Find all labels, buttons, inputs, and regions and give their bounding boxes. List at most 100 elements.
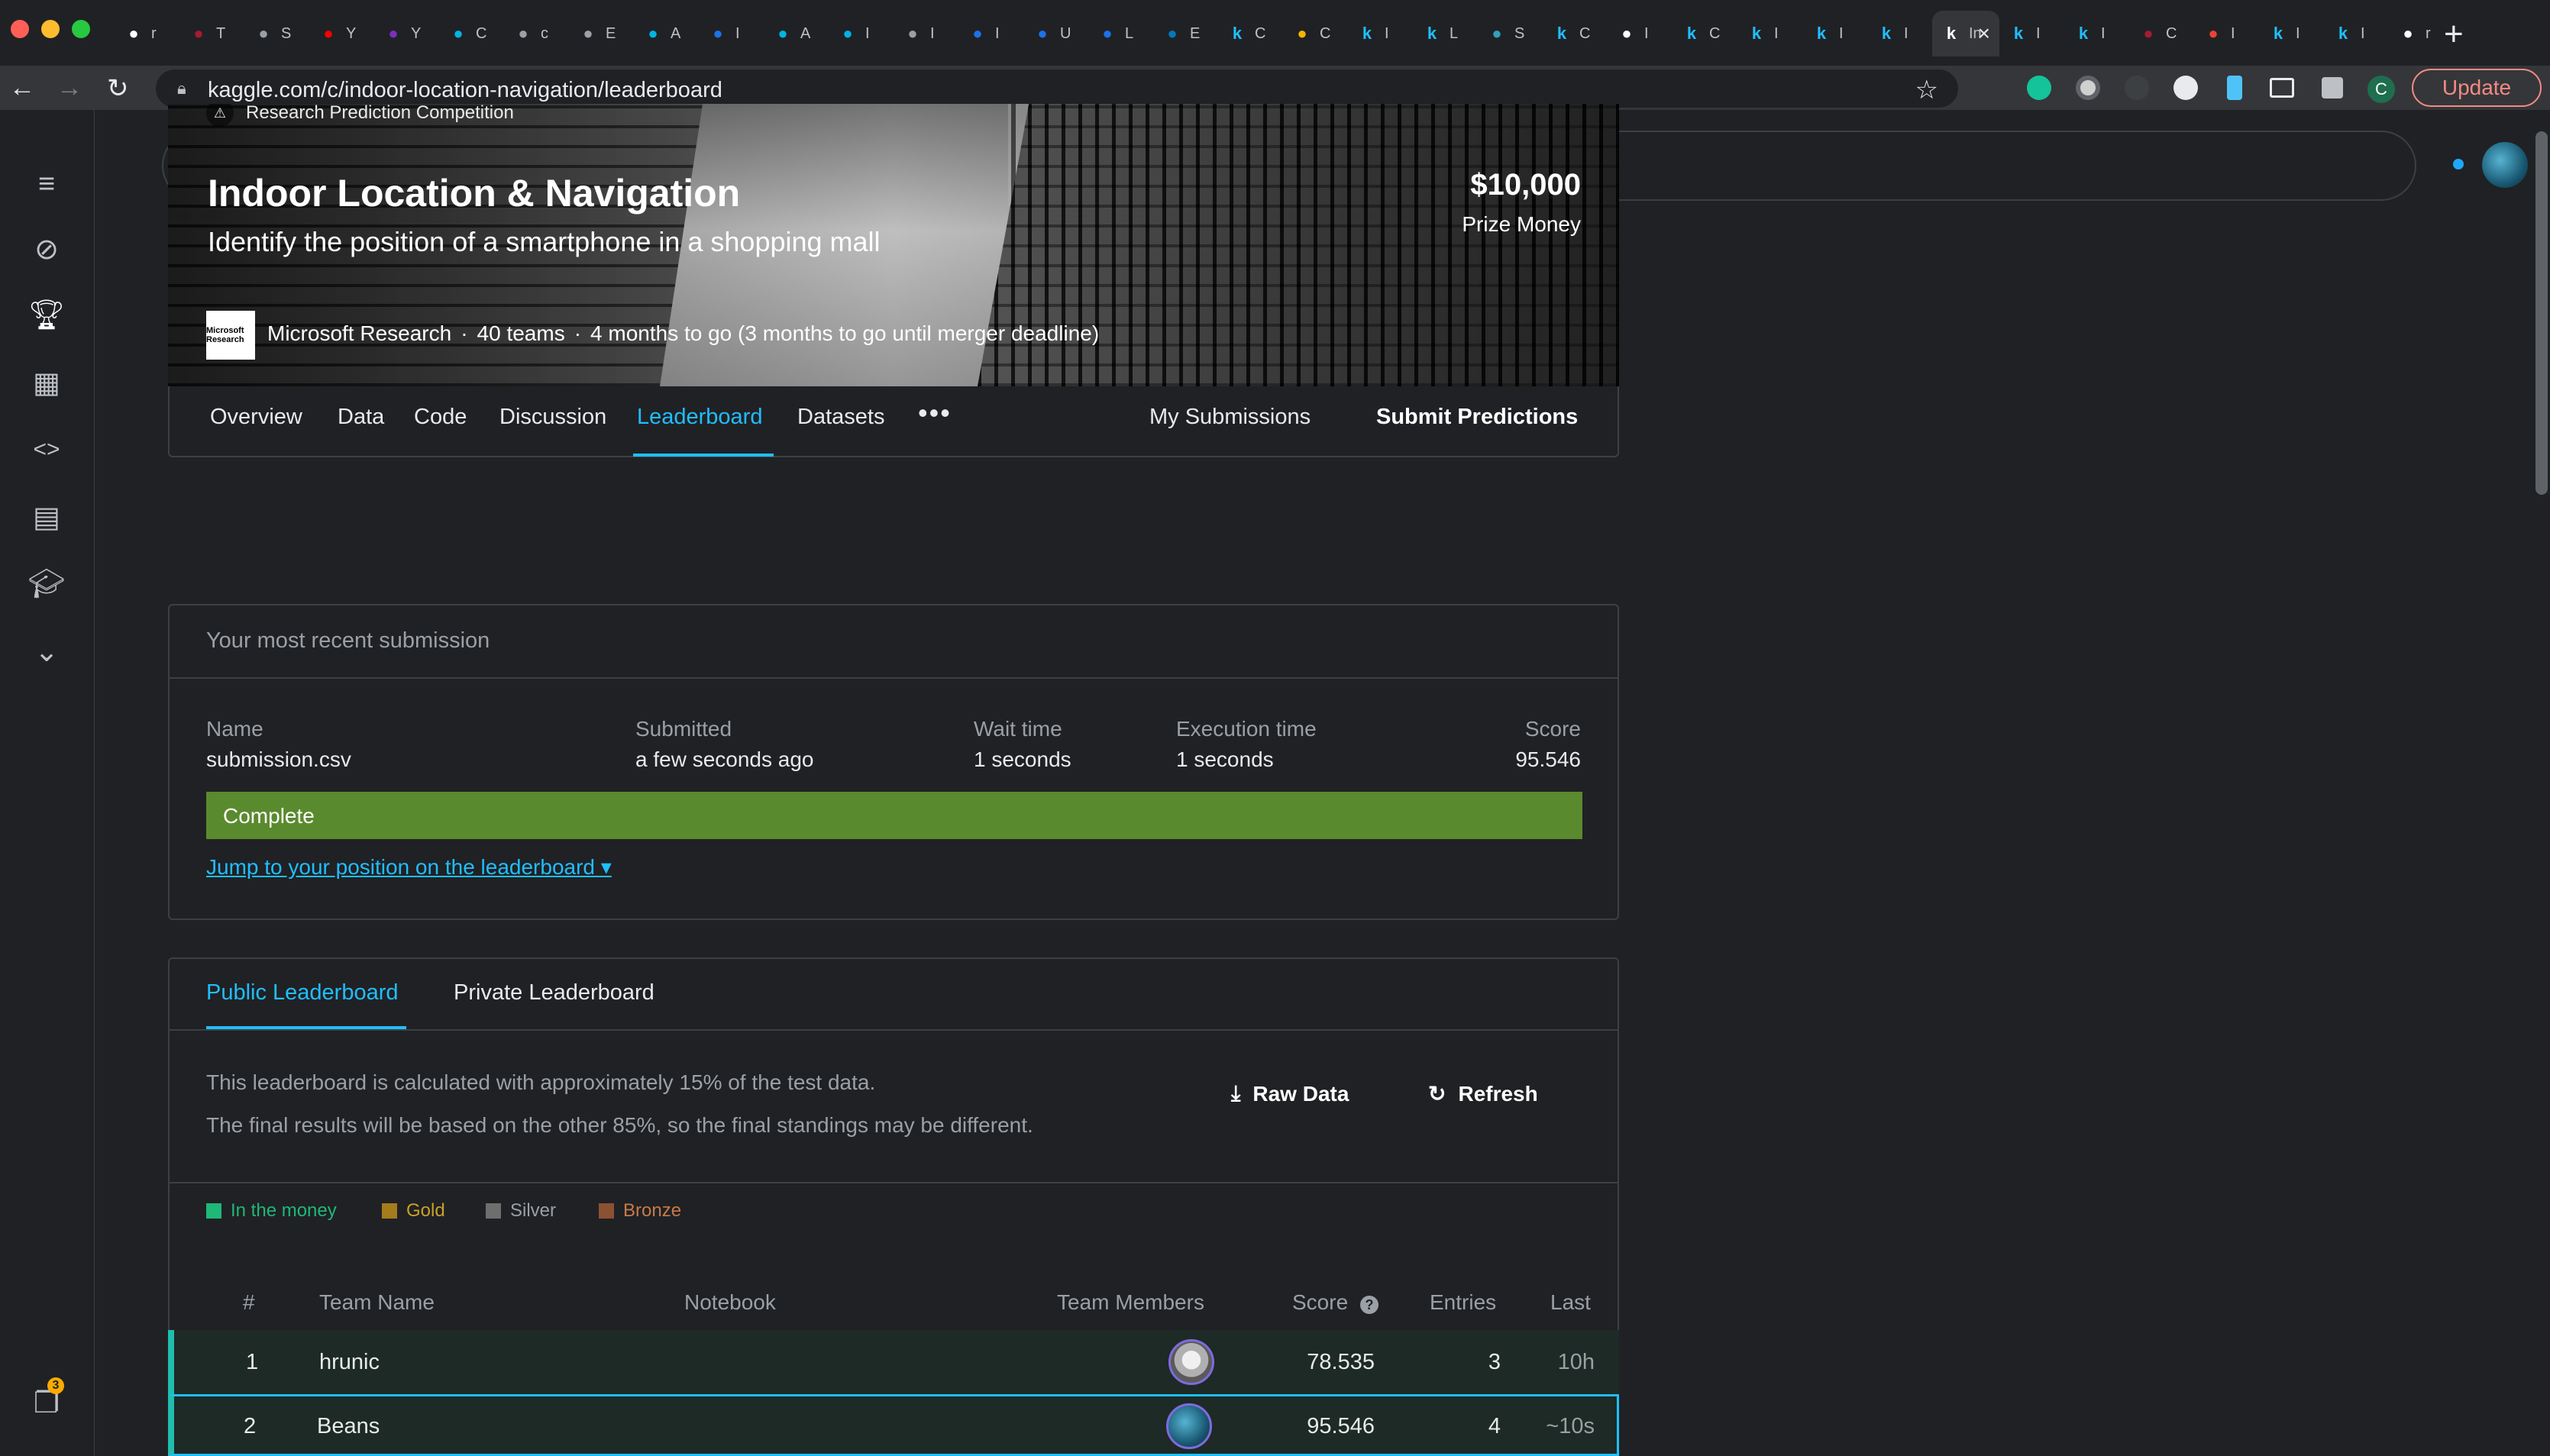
window-close-button[interactable]	[11, 20, 29, 38]
code-icon[interactable]: <>	[27, 431, 66, 469]
forward-button[interactable]: →	[57, 73, 82, 103]
browser-tab[interactable]: ● C	[1283, 11, 1348, 56]
clipboard-extension-icon[interactable]	[2227, 76, 2242, 100]
browser-tab[interactable]: kI	[1867, 11, 1932, 56]
browser-tab[interactable]: kI	[1737, 11, 1802, 56]
grammarly-extension-icon[interactable]	[2027, 76, 2051, 100]
update-chrome-button[interactable]: Update	[2412, 69, 2542, 107]
team-name-cell[interactable]: hrunic	[319, 1350, 380, 1375]
browser-tab[interactable]: ● I	[1608, 11, 1673, 56]
browser-tab[interactable]: ● E	[1153, 11, 1218, 56]
refresh-button[interactable]: ↻ Refresh	[1428, 1081, 1538, 1106]
jump-to-position-link[interactable]: Jump to your position on the leaderboard…	[206, 854, 612, 880]
browser-tab[interactable]: ● C	[439, 11, 504, 56]
tab-data[interactable]: Data	[338, 405, 384, 430]
host-name[interactable]: Microsoft Research	[267, 321, 451, 345]
browser-tab[interactable]: ● c	[504, 11, 569, 56]
column-header-notebook: Notebook	[684, 1290, 776, 1314]
browser-tab[interactable]: ● I	[958, 11, 1023, 56]
user-avatar[interactable]	[2482, 142, 2528, 188]
table-row-current-user[interactable]: 2 Beans 95.546 4 ~10s	[168, 1394, 1619, 1456]
close-tab-icon[interactable]: ×	[1978, 21, 1990, 46]
discussion-icon[interactable]: ▤	[27, 498, 66, 536]
page-scrollbar-thumb[interactable]	[2535, 131, 2548, 495]
browser-tab[interactable]: ● L	[1088, 11, 1153, 56]
bookmark-star-icon[interactable]: ☆	[1915, 75, 1938, 105]
last-cell: ~10s	[1546, 1414, 1595, 1438]
tab-datasets[interactable]: Datasets	[797, 405, 884, 430]
address-bar[interactable]: 🔒︎ kaggle.com/c/indoor-location-navigati…	[156, 69, 1958, 108]
new-tab-button[interactable]: +	[2444, 15, 2464, 53]
browser-tab[interactable]: kI	[2259, 11, 2324, 56]
udacity-icon: ●	[777, 24, 788, 43]
tab-title: I	[735, 24, 740, 42]
more-tabs-button[interactable]: •••	[918, 397, 952, 429]
browser-tab[interactable]: ● C	[2129, 11, 2194, 56]
reload-button[interactable]: ↻	[107, 73, 129, 104]
column-header-team-name[interactable]: Team Name	[319, 1290, 435, 1315]
browser-tab[interactable]: ● A	[634, 11, 699, 56]
browser-tab[interactable]: ● S	[244, 11, 309, 56]
tab-discussion[interactable]: Discussion	[499, 405, 606, 430]
tab-overview[interactable]: Overview	[210, 405, 302, 430]
team-member-avatar[interactable]	[1166, 1403, 1212, 1449]
column-header-score[interactable]: Score ?	[1292, 1290, 1378, 1315]
browser-tab[interactable]: kC	[1218, 11, 1283, 56]
score-header-label: Score	[1292, 1290, 1349, 1314]
chevron-down-icon[interactable]: ⌄	[27, 632, 66, 670]
entries-cell: 4	[1488, 1414, 1501, 1438]
window-maximize-button[interactable]	[72, 20, 90, 38]
browser-tab[interactable]: ● I	[699, 11, 764, 56]
browser-tab[interactable]: kI	[1348, 11, 1413, 56]
url-text[interactable]: kaggle.com/c/indoor-location-navigation/…	[208, 78, 722, 103]
browser-tab[interactable]: kI	[2324, 11, 2389, 56]
my-submissions-button[interactable]: My Submissions	[1149, 405, 1311, 430]
team-name-cell[interactable]: Beans	[317, 1414, 380, 1439]
browser-tab[interactable]: kC	[1673, 11, 1737, 56]
help-icon[interactable]: ?	[1359, 1296, 1378, 1314]
browser-tab[interactable]: ● Y	[309, 11, 374, 56]
team-member-avatar[interactable]	[1168, 1339, 1214, 1385]
browser-tab[interactable]: ● I	[829, 11, 894, 56]
browser-tab[interactable]: ● I	[2194, 11, 2259, 56]
tab-public-leaderboard[interactable]: Public Leaderboard	[206, 980, 399, 1006]
browser-tab[interactable]: ● r	[115, 11, 179, 56]
tab-code[interactable]: Code	[414, 405, 467, 430]
menu-hamburger-icon[interactable]: ≡	[27, 165, 66, 203]
browser-tab-active[interactable]: k In ×	[1932, 11, 1999, 56]
browser-tab[interactable]: kI	[2064, 11, 2129, 56]
browser-tab[interactable]: ● S	[1478, 11, 1543, 56]
browser-tab[interactable]: ● Y	[374, 11, 439, 56]
compass-explore-icon[interactable]: ⊘	[27, 230, 66, 268]
profile-avatar[interactable]: C	[2367, 76, 2395, 103]
screen-cast-icon[interactable]	[2270, 78, 2294, 98]
browser-tab[interactable]: ● U	[1023, 11, 1088, 56]
leaderboard-card: Public Leaderboard Private Leaderboard T…	[168, 957, 1619, 1354]
back-button[interactable]: ←	[9, 73, 35, 103]
dark-mode-extension-icon[interactable]	[2125, 76, 2149, 100]
window-minimize-button[interactable]	[41, 20, 60, 38]
browser-tab[interactable]: ● E	[569, 11, 634, 56]
table-row[interactable]: 1 hrunic 78.535 3 10h	[168, 1330, 1619, 1394]
record-extension-icon[interactable]	[2076, 76, 2100, 100]
table-datasets-icon[interactable]: ▦	[27, 363, 66, 402]
browser-tab[interactable]: kI	[1999, 11, 2064, 56]
host-logo[interactable]: Microsoft Research	[206, 311, 255, 360]
extensions-puzzle-icon[interactable]	[2322, 77, 2343, 98]
browser-tab[interactable]: kC	[1543, 11, 1608, 56]
tab-title: I	[2036, 24, 2041, 42]
browser-tab[interactable]: kI	[1802, 11, 1867, 56]
tab-leaderboard[interactable]: Leaderboard	[637, 405, 762, 430]
rank-cell: 2	[244, 1414, 257, 1438]
raw-data-button[interactable]: ⤓ Raw Data	[1231, 1081, 1349, 1106]
browser-tab[interactable]: kL	[1413, 11, 1478, 56]
trophy-competitions-icon[interactable]: 🏆︎	[27, 296, 66, 334]
browser-tab[interactable]: ● A	[764, 11, 829, 56]
tab-title: r	[2426, 24, 2431, 42]
reader-extension-icon[interactable]	[2173, 76, 2198, 100]
browser-tab[interactable]: ● I	[894, 11, 958, 56]
tab-private-leaderboard[interactable]: Private Leaderboard	[454, 980, 654, 1006]
submit-predictions-button[interactable]: Submit Predictions	[1376, 405, 1578, 430]
courses-mortarboard-icon[interactable]: 🎓︎	[27, 565, 66, 603]
browser-tab[interactable]: ● T	[179, 11, 244, 56]
